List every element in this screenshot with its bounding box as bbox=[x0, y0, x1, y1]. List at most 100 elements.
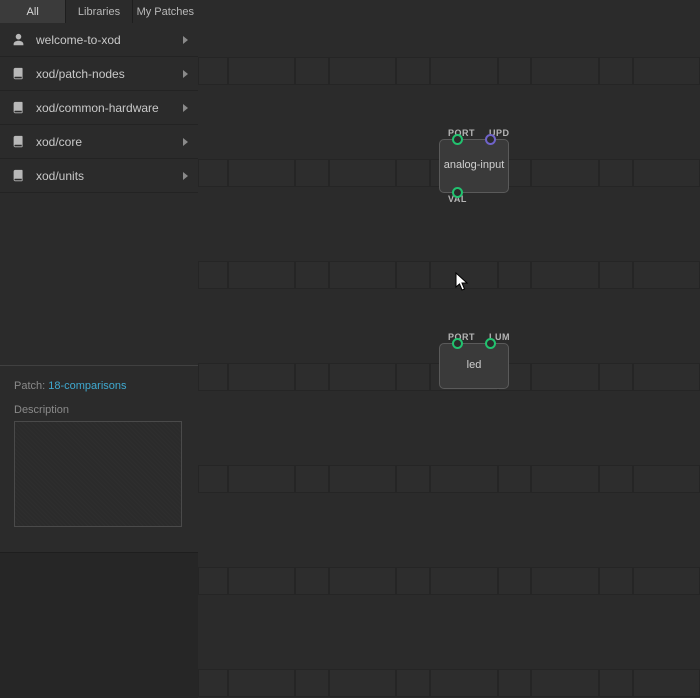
grid-cell bbox=[198, 159, 228, 187]
grid-cell bbox=[198, 669, 228, 697]
grid-cell bbox=[329, 669, 396, 697]
browser-item-welcome[interactable]: welcome-to-xod bbox=[0, 23, 198, 57]
browser-item-label: xod/units bbox=[36, 169, 183, 183]
grid-row bbox=[198, 57, 700, 85]
grid-row bbox=[198, 669, 700, 697]
grid-cell bbox=[430, 669, 497, 697]
patch-canvas[interactable]: PORT UPD analog-input VAL PORT LUM bbox=[198, 0, 700, 698]
node-led[interactable]: PORT LUM led bbox=[439, 332, 510, 390]
grid-cell bbox=[498, 669, 532, 697]
node-title: led bbox=[440, 359, 508, 371]
patch-name-link[interactable]: 18-comparisons bbox=[48, 380, 126, 392]
grid-cell bbox=[430, 261, 497, 289]
grid-cell bbox=[531, 57, 598, 85]
grid-cell bbox=[599, 57, 633, 85]
pins-row-top bbox=[440, 338, 508, 349]
book-icon bbox=[12, 135, 26, 148]
grid-cell bbox=[228, 567, 295, 595]
grid-cell bbox=[295, 669, 329, 697]
browser-item-patch-nodes[interactable]: xod/patch-nodes bbox=[0, 57, 198, 91]
pin-output-val[interactable] bbox=[452, 187, 463, 198]
grid-cell bbox=[329, 363, 396, 391]
browser-item-common-hardware[interactable]: xod/common-hardware bbox=[0, 91, 198, 125]
pin-input-port[interactable] bbox=[452, 134, 463, 145]
node-analog-input[interactable]: PORT UPD analog-input VAL bbox=[439, 128, 510, 204]
grid-cell bbox=[228, 465, 295, 493]
grid-cell bbox=[329, 261, 396, 289]
browser-item-label: welcome-to-xod bbox=[36, 33, 183, 47]
grid-cell bbox=[599, 465, 633, 493]
grid-cell bbox=[498, 567, 532, 595]
grid-cell bbox=[633, 669, 700, 697]
grid-cell bbox=[498, 57, 532, 85]
patch-name-row: Patch: 18-comparisons bbox=[14, 380, 184, 392]
sidebar: All Libraries My Patches welcome-to-xod … bbox=[0, 0, 198, 698]
grid-cell bbox=[295, 465, 329, 493]
grid-cell bbox=[228, 159, 295, 187]
description-textarea[interactable] bbox=[14, 421, 182, 527]
sidebar-spacer bbox=[0, 193, 198, 365]
grid-cell bbox=[295, 261, 329, 289]
grid-cell bbox=[599, 261, 633, 289]
grid-cell bbox=[498, 261, 532, 289]
grid-cell bbox=[396, 669, 430, 697]
browser-item-units[interactable]: xod/units bbox=[0, 159, 198, 193]
pins-row-bottom bbox=[440, 187, 508, 198]
patch-info-panel: Patch: 18-comparisons Description bbox=[0, 365, 198, 553]
grid-cell bbox=[295, 363, 329, 391]
book-icon bbox=[12, 101, 26, 114]
grid-cell bbox=[228, 669, 295, 697]
grid-cell bbox=[633, 261, 700, 289]
grid-cell bbox=[633, 567, 700, 595]
chevron-right-icon bbox=[183, 138, 188, 146]
pins-row-top bbox=[440, 134, 508, 145]
grid-cell bbox=[531, 567, 598, 595]
browser-item-label: xod/core bbox=[36, 135, 183, 149]
grid-cell bbox=[599, 669, 633, 697]
tab-my-patches[interactable]: My Patches bbox=[133, 0, 198, 23]
sidebar-tabs: All Libraries My Patches bbox=[0, 0, 198, 23]
grid-row bbox=[198, 261, 700, 289]
sidebar-bottom-panel bbox=[0, 553, 198, 698]
grid-cell bbox=[430, 567, 497, 595]
grid-cell bbox=[633, 57, 700, 85]
node-body[interactable]: led bbox=[439, 343, 509, 389]
patch-prefix: Patch: bbox=[14, 380, 48, 392]
grid-cell bbox=[295, 57, 329, 85]
grid-cell bbox=[329, 567, 396, 595]
grid-cell bbox=[396, 567, 430, 595]
grid-cell bbox=[198, 363, 228, 391]
grid-cell bbox=[633, 159, 700, 187]
user-icon bbox=[12, 33, 26, 46]
grid-cell bbox=[295, 159, 329, 187]
pin-input-lum[interactable] bbox=[485, 338, 496, 349]
grid-cell bbox=[198, 567, 228, 595]
tab-libraries[interactable]: Libraries bbox=[66, 0, 132, 23]
chevron-right-icon bbox=[183, 172, 188, 180]
node-body[interactable]: analog-input bbox=[439, 139, 509, 193]
browser-item-label: xod/patch-nodes bbox=[36, 67, 183, 81]
grid-cell bbox=[228, 261, 295, 289]
book-icon bbox=[12, 67, 26, 80]
chevron-right-icon bbox=[183, 36, 188, 44]
grid-cell bbox=[430, 465, 497, 493]
tab-all[interactable]: All bbox=[0, 0, 66, 23]
grid-cell bbox=[396, 465, 430, 493]
grid-row bbox=[198, 465, 700, 493]
chevron-right-icon bbox=[183, 104, 188, 112]
grid-cell bbox=[396, 57, 430, 85]
book-icon bbox=[12, 169, 26, 182]
browser-list: welcome-to-xod xod/patch-nodes xod/commo… bbox=[0, 23, 198, 193]
grid-cell bbox=[198, 261, 228, 289]
grid-cell bbox=[633, 465, 700, 493]
pin-input-port[interactable] bbox=[452, 338, 463, 349]
grid-cell bbox=[198, 465, 228, 493]
grid-cell bbox=[295, 567, 329, 595]
grid-cell bbox=[599, 363, 633, 391]
grid-cell bbox=[531, 669, 598, 697]
grid-cell bbox=[531, 159, 598, 187]
grid-cell bbox=[396, 261, 430, 289]
browser-item-core[interactable]: xod/core bbox=[0, 125, 198, 159]
description-label: Description bbox=[14, 404, 184, 416]
pin-input-upd[interactable] bbox=[485, 134, 496, 145]
